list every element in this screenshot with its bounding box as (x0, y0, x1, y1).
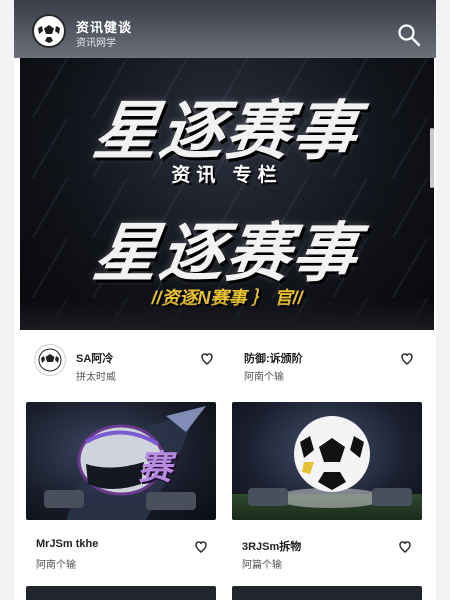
avatar[interactable] (34, 344, 66, 376)
like-icon[interactable] (400, 352, 414, 366)
list-item-title: 防御:诉颁阶 (244, 353, 303, 365)
app-screen: 资讯健谈 资讯网学 星逐赛事 资讯 专栏 星逐赛事 //资逐N赛事 ｝ 官// … (14, 0, 436, 600)
card-title: MrJSm tkhe (36, 538, 99, 550)
next-card-peek[interactable] (26, 586, 216, 600)
card-image-helmet[interactable]: 赛 (26, 402, 216, 520)
hero-subtitle: 资讯 专栏 (171, 165, 283, 186)
card-meta: 阿南个输 (36, 560, 76, 571)
scrollbar[interactable] (430, 128, 434, 188)
search-icon[interactable] (396, 22, 422, 48)
top-app-bar: 资讯健谈 资讯网学 (14, 0, 436, 58)
card-meta: 阿篇个输 (242, 560, 282, 571)
card-image-soccer-ball[interactable] (232, 402, 422, 520)
hero-bottom-fade (20, 300, 434, 330)
hero-title-bottom: 星逐赛事 (88, 217, 364, 291)
hero-title-top: 星逐赛事 (88, 95, 364, 169)
like-icon[interactable] (194, 540, 208, 554)
card-overlay-text: 赛 (138, 449, 172, 487)
helmet-player-illustration (44, 406, 206, 520)
card-title: 3RJSm拆物 (242, 541, 302, 553)
soccer-ball-icon (248, 416, 412, 508)
like-icon[interactable] (398, 540, 412, 554)
list-item-meta: 拼太时威 (76, 372, 116, 383)
app-subtitle: 资讯网学 (76, 38, 116, 49)
list-item-meta: 阿南个输 (244, 372, 284, 383)
next-card-peek[interactable] (232, 586, 422, 600)
like-icon[interactable] (200, 352, 214, 366)
soccer-ball-logo-icon[interactable] (32, 14, 66, 48)
list-item-title: SA阿冷 (76, 353, 114, 365)
hero-banner[interactable]: 星逐赛事 资讯 专栏 星逐赛事 //资逐N赛事 ｝ 官// (20, 58, 434, 330)
list-item[interactable]: SA阿冷 拼太时威 (76, 348, 196, 386)
list-item[interactable]: 防御:诉颁阶 阿南个输 (244, 348, 384, 386)
